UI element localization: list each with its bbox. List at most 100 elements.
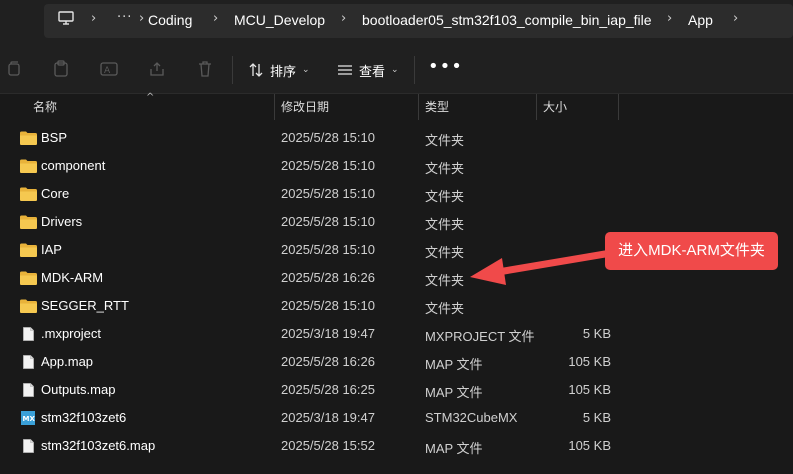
column-divider[interactable] [274, 94, 275, 120]
file-row[interactable]: .mxproject 2025/3/18 19:47 MXPROJECT 文件 5 K… [0, 320, 793, 348]
folder-icon [20, 243, 37, 257]
file-size: 105 KB [568, 382, 611, 397]
file-type: MAP 文件 [425, 385, 483, 400]
column-name[interactable]: 名称 [33, 98, 57, 115]
more-breadcrumbs-icon[interactable]: ··· [117, 10, 132, 25]
paste-icon[interactable] [52, 60, 70, 78]
file-modified: 2025/3/18 19:47 [281, 326, 375, 341]
file-modified: 2025/3/18 19:47 [281, 410, 375, 425]
svg-text:MX: MX [23, 415, 36, 423]
column-type[interactable]: 类型 [425, 98, 449, 115]
file-icon [23, 439, 34, 453]
annotation-arrow-icon [470, 250, 608, 285]
toolbar-divider [414, 56, 415, 84]
file-type: 文件夹 [425, 189, 465, 204]
file-row[interactable]: SEGGER_RTT 2025/5/28 15:10 文件夹 [0, 292, 793, 320]
cubemx-icon: MX [21, 411, 36, 425]
file-name: App.map [41, 354, 94, 369]
file-type: MAP 文件 [425, 357, 483, 372]
address-bar: › ··· › Coding › MCU_Develop › bootloade… [0, 0, 793, 44]
toolbar-divider [232, 56, 233, 84]
sort-ascending-icon: ^ [146, 92, 155, 103]
file-type: STM32CubeMX [425, 410, 518, 425]
command-bar: A 排序 ⌄ 查看 ⌄ ••• [0, 44, 793, 94]
file-modified: 2025/5/28 15:10 [281, 186, 375, 201]
breadcrumb-item-project[interactable]: bootloader05_stm32f103_compile_bin_iap_f… [362, 12, 652, 28]
file-row[interactable]: App.map 2025/5/28 16:26 MAP 文件 105 KB [0, 348, 793, 376]
folder-icon [20, 159, 37, 173]
folder-icon [20, 271, 37, 285]
sort-button[interactable]: 排序 ⌄ [248, 59, 310, 81]
column-divider[interactable] [418, 94, 419, 120]
file-name: SEGGER_RTT [41, 298, 129, 313]
file-row[interactable]: MX stm32f103zet6 2025/3/18 19:47 STM32CubeM… [0, 404, 793, 432]
folder-icon [20, 131, 37, 145]
file-name: component [41, 158, 106, 173]
file-name: Outputs.map [41, 382, 116, 397]
rename-icon[interactable]: A [100, 60, 118, 78]
file-modified: 2025/5/28 16:25 [281, 382, 375, 397]
file-type: 文件夹 [425, 217, 465, 232]
column-header: ^ 名称 修改日期 类型 大小 [0, 92, 793, 120]
file-modified: 2025/5/28 16:26 [281, 354, 375, 369]
file-name: MDK-ARM [41, 270, 104, 285]
folder-icon [20, 215, 37, 229]
chevron-down-icon: ⌄ [302, 65, 310, 75]
file-row[interactable]: BSP 2025/5/28 15:10 文件夹 [0, 124, 793, 152]
chevron-down-icon: ⌄ [391, 65, 399, 75]
column-modified[interactable]: 修改日期 [281, 98, 329, 115]
chevron-right-icon[interactable]: › [341, 12, 351, 25]
file-name: BSP [41, 130, 68, 145]
sort-icon [249, 63, 263, 77]
file-modified: 2025/5/28 16:26 [281, 270, 375, 285]
file-size: 5 KB [582, 326, 611, 341]
file-name: stm32f103zet6 [41, 410, 127, 425]
more-options-icon[interactable]: ••• [428, 58, 463, 76]
sort-label: 排序 [270, 64, 297, 80]
chevron-right-icon[interactable]: › [667, 12, 677, 25]
file-size: 105 KB [568, 354, 611, 369]
file-type: MAP 文件 [425, 441, 483, 456]
file-row[interactable]: stm32f103zet6.map 2025/5/28 15:52 MAP 文件 10… [0, 432, 793, 460]
folder-icon [20, 187, 37, 201]
file-name: Drivers [41, 214, 83, 229]
file-name: IAP [41, 242, 62, 257]
file-size: 5 KB [582, 410, 611, 425]
view-icon [338, 65, 352, 75]
column-divider[interactable] [536, 94, 537, 120]
svg-text:A: A [104, 66, 111, 76]
file-type: 文件夹 [425, 161, 465, 176]
file-type: 文件夹 [425, 301, 465, 316]
file-name: Core [41, 186, 70, 201]
view-label: 查看 [359, 64, 386, 80]
breadcrumb-item-app[interactable]: App [688, 12, 713, 28]
delete-icon[interactable] [196, 60, 214, 78]
file-modified: 2025/5/28 15:10 [281, 298, 375, 313]
file-name: .mxproject [41, 326, 101, 341]
file-icon [23, 355, 34, 369]
file-modified: 2025/5/28 15:10 [281, 158, 375, 173]
folder-icon [20, 299, 37, 313]
file-row[interactable]: Outputs.map 2025/5/28 16:25 MAP 文件 105 KB [0, 376, 793, 404]
chevron-right-icon[interactable]: › [91, 12, 101, 25]
annotation-callout: 进入MDK-ARM文件夹 [605, 232, 778, 270]
copy-icon[interactable] [5, 60, 23, 78]
chevron-right-icon[interactable]: › [213, 12, 223, 25]
file-row[interactable]: component 2025/5/28 15:10 文件夹 [0, 152, 793, 180]
column-divider[interactable] [618, 94, 619, 120]
share-icon[interactable] [148, 60, 166, 78]
file-icon [23, 383, 34, 397]
breadcrumb-item-mcu-develop[interactable]: MCU_Develop [234, 12, 325, 28]
file-name: stm32f103zet6.map [41, 438, 156, 453]
file-row[interactable]: Core 2025/5/28 15:10 文件夹 [0, 180, 793, 208]
file-modified: 2025/5/28 15:10 [281, 214, 375, 229]
file-size: 105 KB [568, 438, 611, 453]
chevron-right-icon[interactable]: › [733, 12, 743, 25]
column-size[interactable]: 大小 [543, 98, 567, 115]
breadcrumb-item-coding[interactable]: Coding [148, 12, 192, 28]
file-modified: 2025/5/28 15:10 [281, 242, 375, 257]
file-modified: 2025/5/28 15:10 [281, 130, 375, 145]
computer-icon[interactable] [58, 11, 74, 25]
file-type: 文件夹 [425, 245, 465, 260]
view-button[interactable]: 查看 ⌄ [337, 59, 399, 81]
